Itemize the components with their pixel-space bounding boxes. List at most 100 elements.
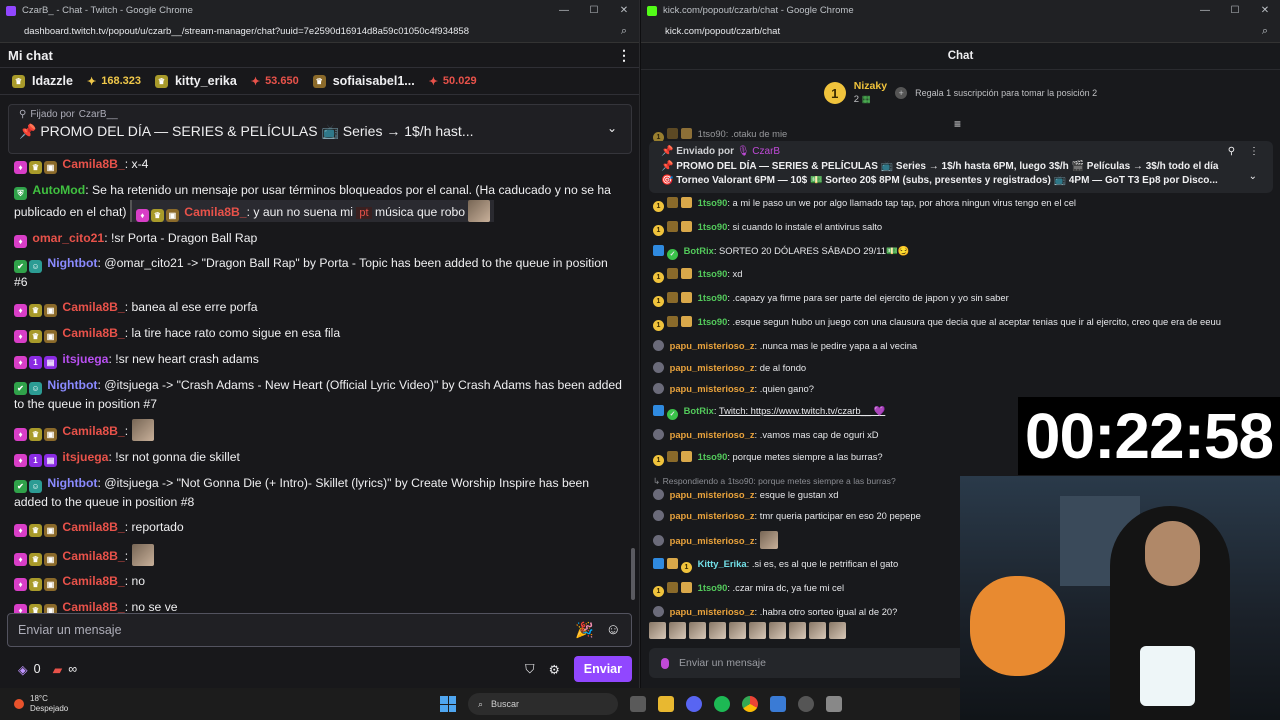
- chat-message-list: ♦ ♛ ▣ Camila8B_: x-4 ⛨ AutoMod: Se ha rete…: [14, 155, 624, 624]
- chat-username[interactable]: papu_misterioso_z: [670, 383, 755, 394]
- chat-username[interactable]: Camila8B_: [62, 549, 124, 563]
- twitch-url[interactable]: dashboard.twitch.tv/popout/u/czarb__/str…: [24, 26, 469, 37]
- chat-username[interactable]: papu_misterioso_z: [670, 535, 755, 546]
- chat-username[interactable]: Nightbot: [47, 256, 97, 270]
- chat-username[interactable]: 1tso90: [698, 292, 728, 303]
- more-options-icon[interactable]: ⋮: [617, 47, 631, 64]
- chat-username[interactable]: Camila8B_: [62, 424, 124, 438]
- chat-username[interactable]: 1tso90: [698, 197, 728, 208]
- notepad-icon[interactable]: [770, 696, 786, 712]
- start-icon[interactable]: [440, 696, 456, 712]
- chat-username[interactable]: itsjuega: [62, 352, 108, 366]
- chevron-down-icon[interactable]: ⌄: [1249, 171, 1257, 182]
- chat-username[interactable]: Camila8B_: [62, 520, 124, 534]
- chat-username[interactable]: papu_misterioso_z: [670, 606, 755, 617]
- weather-widget[interactable]: 18°C Despejado: [0, 694, 68, 714]
- chat-username[interactable]: papu_misterioso_z: [670, 489, 755, 500]
- leaderboard-entry[interactable]: ♛ sofiaisabel1...: [312, 74, 415, 88]
- chat-text: a mi le paso un we por algo llamado tap …: [732, 197, 1076, 208]
- discord-icon[interactable]: [686, 696, 702, 712]
- chat-text: .nunca mas le pedire yapa a al vecina: [759, 339, 918, 351]
- emote-icon[interactable]: [729, 622, 746, 639]
- chat-username[interactable]: Camila8B_: [62, 574, 124, 588]
- chat-username[interactable]: 1tso90: [698, 582, 728, 593]
- badge-icon: [667, 557, 678, 569]
- badge-icon: [653, 510, 664, 522]
- blocked-term: pt: [356, 206, 372, 219]
- chat-username[interactable]: papu_misterioso_z: [670, 340, 755, 351]
- chat-username[interactable]: Camila8B_: [62, 300, 124, 314]
- twitch-url-bar[interactable]: dashboard.twitch.tv/popout/u/czarb__/str…: [0, 21, 639, 43]
- chat-username[interactable]: Kitty_Erika: [698, 558, 747, 569]
- more-options-icon[interactable]: ⋮: [1249, 146, 1259, 157]
- celebrate-icon[interactable]: 🎉: [575, 621, 594, 639]
- emote-icon[interactable]: [829, 622, 846, 639]
- chevron-down-icon[interactable]: ⌄: [607, 121, 617, 135]
- kick-chat-header: Chat: [641, 43, 1280, 70]
- leaderboard-entry[interactable]: ♛ kitty_erika: [154, 74, 237, 88]
- chat-username[interactable]: papu_misterioso_z: [670, 362, 755, 373]
- chat-username[interactable]: papu_misterioso_z: [670, 510, 755, 521]
- filter-icon[interactable]: ≡: [954, 117, 961, 131]
- add-gift-icon[interactable]: +: [895, 87, 908, 99]
- shield-icon[interactable]: ⛉: [525, 662, 534, 677]
- minimize-icon[interactable]: —: [549, 5, 579, 16]
- emote-icon[interactable]: [769, 622, 786, 639]
- emote-icon[interactable]: [789, 622, 806, 639]
- maximize-icon[interactable]: ☐: [1220, 5, 1250, 16]
- maximize-icon[interactable]: ☐: [579, 5, 609, 16]
- kick-pinned-message[interactable]: 📌 Enviado por 🎙 CzarB 📌 PROMO DEL DÍA — …: [649, 141, 1273, 193]
- settings-icon[interactable]: ⚙: [549, 662, 560, 677]
- chat-username[interactable]: 1tso90: [698, 451, 728, 462]
- chat-username[interactable]: papu_misterioso_z: [670, 429, 755, 440]
- leaderboard-entry[interactable]: ♛ Idazzle: [12, 74, 73, 88]
- chat-username[interactable]: 1tso90: [698, 316, 728, 327]
- chat-text: .esque segun hubo un juego con una claus…: [732, 315, 1221, 327]
- badge-icon: ✔: [14, 381, 27, 395]
- file-explorer-icon[interactable]: [658, 696, 674, 712]
- emote-icon[interactable]: [749, 622, 766, 639]
- chat-username[interactable]: Nightbot: [47, 378, 97, 392]
- chat-username[interactable]: 1tso90: [698, 268, 728, 279]
- chat-username[interactable]: Camila8B_: [62, 326, 124, 340]
- chat-username[interactable]: 1tso90: [698, 221, 728, 232]
- chat-footer: ◈ 0 ▰ ∞ ⛉ ⚙ Enviar: [18, 656, 632, 682]
- unpin-icon[interactable]: ⚲: [1228, 146, 1235, 157]
- chat-username[interactable]: AutoMod: [32, 183, 85, 197]
- spotify-icon[interactable]: [714, 696, 730, 712]
- chrome-icon[interactable]: [742, 696, 758, 712]
- emote-icon[interactable]: [809, 622, 826, 639]
- pinned-message[interactable]: ⚲ Fijado por CzarB__ 📌 PROMO DEL DÍA — S…: [8, 104, 632, 154]
- emote-icon[interactable]: [649, 622, 666, 639]
- close-icon[interactable]: ✕: [1250, 5, 1280, 16]
- chat-username[interactable]: omar_cito21: [32, 231, 104, 245]
- minimize-icon[interactable]: —: [1190, 5, 1220, 16]
- zoom-icon[interactable]: ⌕: [1262, 25, 1268, 38]
- chat-username[interactable]: itsjuega: [62, 450, 108, 464]
- channel-points[interactable]: ◈ 0 ▰ ∞: [18, 662, 77, 677]
- close-icon[interactable]: ✕: [609, 5, 639, 16]
- emote-icon[interactable]: [689, 622, 706, 639]
- chat-link[interactable]: Twitch: https://www.twitch.tv/czarb__ 💜: [719, 405, 885, 416]
- chat-username[interactable]: BotRix: [684, 405, 714, 416]
- pinned-by-label: Enviado por: [676, 146, 735, 157]
- calculator-icon[interactable]: [826, 696, 842, 712]
- chat-username[interactable]: Camila8B_: [62, 157, 124, 171]
- emote-icon[interactable]: [709, 622, 726, 639]
- zoom-icon[interactable]: ⌕: [621, 25, 627, 38]
- taskbar-search[interactable]: ⌕ Buscar: [468, 693, 618, 715]
- task-view-icon[interactable]: [630, 696, 646, 712]
- send-button[interactable]: Enviar: [573, 656, 632, 682]
- emote-icon[interactable]: [669, 622, 686, 639]
- chat-message: ♦ ♛ ▣ Camila8B_: reportado: [14, 518, 624, 537]
- chat-username[interactable]: Nightbot: [47, 476, 97, 490]
- kick-url-bar[interactable]: kick.com/popout/czarb/chat ⌕: [641, 21, 1280, 43]
- kick-url[interactable]: kick.com/popout/czarb/chat: [665, 26, 780, 37]
- chat-scrollbar[interactable]: [631, 548, 635, 600]
- gift-leaderboard[interactable]: 1 Nizaky 2 ▦ + Regala 1 suscripción para…: [641, 70, 1280, 116]
- chat-text: esque le gustan xd: [759, 488, 839, 500]
- obs-icon[interactable]: [798, 696, 814, 712]
- chat-username[interactable]: BotRix: [684, 245, 714, 256]
- emoji-icon[interactable]: ☺: [606, 621, 621, 639]
- chat-input[interactable]: Enviar un mensaje 🎉 ☺: [7, 613, 632, 647]
